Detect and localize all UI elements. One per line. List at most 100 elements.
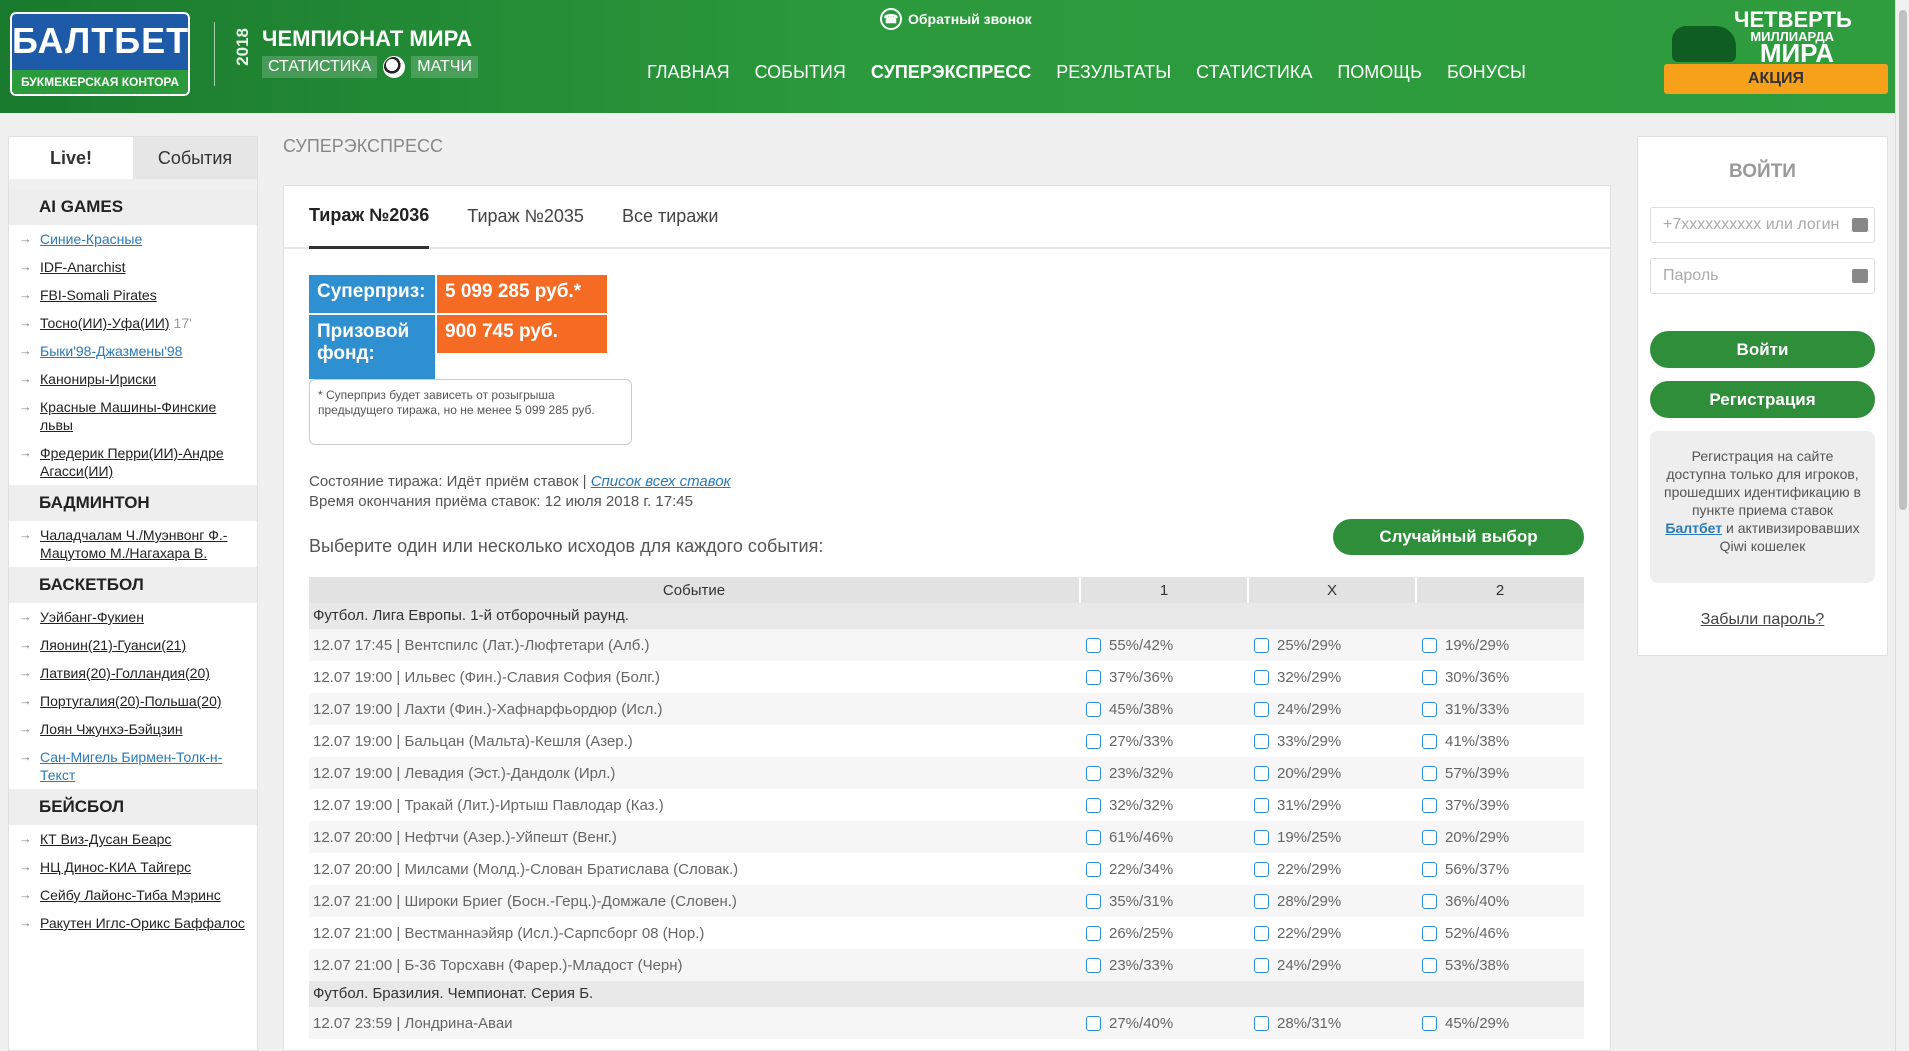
nav-item-help[interactable]: ПОМОЩЬ [1337,62,1422,83]
keyboard-icon[interactable] [1852,269,1868,283]
outcome-checkbox[interactable] [1254,797,1269,813]
outcome-checkbox[interactable] [1422,1015,1437,1031]
outcome-checkbox[interactable] [1254,637,1269,653]
scrollbar-thumb[interactable] [1899,10,1907,510]
outcome-cell-o2[interactable]: 19%/29% [1415,637,1583,654]
outcome-checkbox[interactable] [1254,1015,1269,1031]
keyboard-icon[interactable] [1852,218,1868,232]
outcome-cell-o1[interactable]: 27%/40% [1079,1015,1247,1032]
outcome-checkbox[interactable] [1086,701,1101,717]
outcome-checkbox[interactable] [1422,765,1437,781]
sidebar-event-item[interactable]: → Ляонин(21)-Гуанси(21) [9,631,257,659]
outcome-cell-o1[interactable]: 23%/33% [1079,957,1247,974]
outcome-cell-o1[interactable]: 45%/38% [1079,701,1247,718]
outcome-checkbox[interactable] [1254,925,1269,941]
sidebar-event-item[interactable]: → Ракутен Иглс-Орикс Баффалос [9,909,257,937]
outcome-cell-o1[interactable]: 23%/32% [1079,765,1247,782]
outcome-cell-ox[interactable]: 28%/29% [1247,893,1415,910]
outcome-checkbox[interactable] [1086,861,1101,877]
outcome-cell-ox[interactable]: 22%/29% [1247,925,1415,942]
tab-events[interactable]: События [133,137,257,179]
all-bets-link[interactable]: Список всех ставок [591,473,731,490]
baltbet-link[interactable]: Балтбет [1665,520,1722,536]
nav-item-statistics[interactable]: СТАТИСТИКА [1196,62,1312,83]
outcome-cell-ox[interactable]: 22%/29% [1247,861,1415,878]
outcome-cell-ox[interactable]: 19%/25% [1247,829,1415,846]
outcome-checkbox[interactable] [1254,893,1269,909]
sidebar-event-item[interactable]: → Сан-Мигель Бирмен-Толк-н-Текст [9,743,257,789]
outcome-cell-o1[interactable]: 61%/46% [1079,829,1247,846]
outcome-cell-o1[interactable]: 55%/42% [1079,637,1247,654]
outcome-cell-o2[interactable]: 45%/29% [1415,1015,1583,1032]
outcome-checkbox[interactable] [1086,957,1101,973]
sidebar-event-item[interactable]: → Фредерик Перри(ИИ)-Андре Агасси(ИИ) [9,439,257,485]
tab-draw-2035[interactable]: Тираж №2035 [467,206,584,247]
outcome-cell-ox[interactable]: 31%/29% [1247,797,1415,814]
outcome-checkbox[interactable] [1254,733,1269,749]
outcome-cell-o2[interactable]: 36%/40% [1415,893,1583,910]
password-field[interactable]: Пароль [1650,258,1875,294]
outcome-cell-o1[interactable]: 37%/36% [1079,669,1247,686]
sidebar-event-item[interactable]: → Лоян Чжунхэ-Бэйцзин [9,715,257,743]
outcome-cell-o1[interactable]: 22%/34% [1079,861,1247,878]
sidebar-event-item[interactable]: → Канониры-Ириски [9,365,257,393]
promo-banner[interactable]: ЧЕТВЕРТЬ МИЛЛИАРДА МИРА АКЦИЯ [1664,6,1888,94]
outcome-cell-ox[interactable]: 20%/29% [1247,765,1415,782]
outcome-checkbox[interactable] [1422,957,1437,973]
nav-item-bonuses[interactable]: БОНУСЫ [1447,62,1526,83]
outcome-cell-o2[interactable]: 41%/38% [1415,733,1583,750]
outcome-checkbox[interactable] [1254,701,1269,717]
sidebar-event-item[interactable]: → Красные Машины-Финские львы [9,393,257,439]
outcome-cell-o2[interactable]: 56%/37% [1415,861,1583,878]
outcome-cell-ox[interactable]: 25%/29% [1247,637,1415,654]
outcome-checkbox[interactable] [1422,797,1437,813]
outcome-checkbox[interactable] [1422,669,1437,685]
outcome-checkbox[interactable] [1422,701,1437,717]
sidebar-event-item[interactable]: → Синие-Красные [9,225,257,253]
outcome-checkbox[interactable] [1086,925,1101,941]
outcome-checkbox[interactable] [1422,861,1437,877]
outcome-checkbox[interactable] [1254,861,1269,877]
login-button[interactable]: Войти [1650,331,1875,368]
outcome-checkbox[interactable] [1086,893,1101,909]
outcome-checkbox[interactable] [1086,1015,1101,1031]
forgot-password-link[interactable]: Забыли пароль? [1638,611,1887,629]
outcome-checkbox[interactable] [1086,797,1101,813]
sidebar-event-item[interactable]: → FBI-Somali Pirates [9,281,257,309]
register-button[interactable]: Регистрация [1650,381,1875,418]
sidebar-event-item[interactable]: → IDF-Anarchist [9,253,257,281]
sidebar-event-item[interactable]: → КТ Виз-Дусан Беарс [9,825,257,853]
outcome-cell-o2[interactable]: 20%/29% [1415,829,1583,846]
world-cup-matches-link[interactable]: МАТЧИ [411,56,478,78]
sidebar-event-item[interactable]: → Быки'98-Джазмены'98 [9,337,257,365]
outcome-cell-o1[interactable]: 27%/33% [1079,733,1247,750]
outcome-cell-ox[interactable]: 32%/29% [1247,669,1415,686]
outcome-checkbox[interactable] [1086,669,1101,685]
callback-link[interactable]: ☎ Обратный звонок [880,8,1032,30]
baltbet-logo[interactable]: БАЛТБЕТ БУКМЕКЕРСКАЯ КОНТОРА [10,12,190,96]
outcome-checkbox[interactable] [1422,829,1437,845]
outcome-cell-ox[interactable]: 24%/29% [1247,701,1415,718]
outcome-checkbox[interactable] [1254,669,1269,685]
outcome-cell-ox[interactable]: 33%/29% [1247,733,1415,750]
tab-live[interactable]: Live! [9,137,133,179]
outcome-cell-o2[interactable]: 31%/33% [1415,701,1583,718]
sidebar-event-item[interactable]: → НЦ Динос-КИА Тайгерс [9,853,257,881]
promo-button[interactable]: АКЦИЯ [1664,64,1888,94]
outcome-checkbox[interactable] [1422,733,1437,749]
outcome-checkbox[interactable] [1086,733,1101,749]
login-field[interactable]: +7xxxxxxxxxx или логин [1650,207,1875,243]
outcome-cell-o1[interactable]: 26%/25% [1079,925,1247,942]
outcome-checkbox[interactable] [1422,637,1437,653]
nav-item-home[interactable]: ГЛАВНАЯ [647,62,730,83]
sidebar-event-item[interactable]: → Латвия(20)-Голландия(20) [9,659,257,687]
outcome-checkbox[interactable] [1254,765,1269,781]
outcome-cell-o2[interactable]: 30%/36% [1415,669,1583,686]
nav-item-events[interactable]: СОБЫТИЯ [755,62,846,83]
outcome-checkbox[interactable] [1422,925,1437,941]
sidebar-event-item[interactable]: → Сейбу Лайонс-Тиба Мэринс [9,881,257,909]
scrollbar[interactable] [1895,0,1909,1051]
outcome-cell-o2[interactable]: 57%/39% [1415,765,1583,782]
nav-item-results[interactable]: РЕЗУЛЬТАТЫ [1056,62,1171,83]
tab-draw-2036[interactable]: Тираж №2036 [309,205,430,249]
